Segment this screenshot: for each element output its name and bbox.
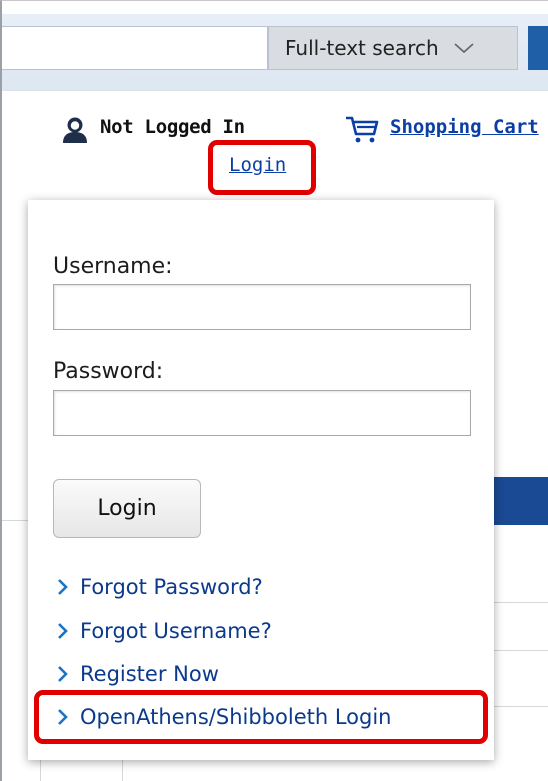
shopping-cart-icon[interactable] <box>344 114 380 144</box>
register-now-link[interactable]: Register Now <box>56 662 219 686</box>
openathens-link-highlight <box>34 690 488 744</box>
divider <box>122 760 123 781</box>
search-type-dropdown[interactable]: Full-text search <box>268 26 518 70</box>
login-dropdown: Username: Password: Login Forgot Passwor… <box>28 200 494 760</box>
divider <box>40 760 41 781</box>
shopping-cart-link[interactable]: Shopping Cart <box>390 116 539 138</box>
divider <box>2 90 548 91</box>
username-label: Username: <box>53 254 173 279</box>
username-field[interactable] <box>53 284 471 330</box>
chevron-right-icon <box>58 623 68 639</box>
forgot-password-link[interactable]: Forgot Password? <box>56 575 263 599</box>
login-link-highlight <box>208 140 316 195</box>
link-label: Forgot Username? <box>80 619 272 643</box>
chevron-right-icon <box>58 579 68 595</box>
page-banner <box>490 477 548 525</box>
search-input[interactable] <box>2 26 268 70</box>
user-icon <box>63 117 87 143</box>
login-button[interactable]: Login <box>53 479 201 538</box>
divider <box>494 650 548 651</box>
password-label: Password: <box>53 359 164 384</box>
chevron-down-icon <box>454 43 474 54</box>
divider <box>2 520 28 521</box>
login-status: Not Logged In <box>100 116 245 138</box>
link-label: Register Now <box>80 662 219 686</box>
search-button[interactable] <box>528 26 548 70</box>
password-field[interactable] <box>53 390 471 436</box>
search-type-label: Full-text search <box>285 36 439 60</box>
divider <box>494 602 548 603</box>
divider <box>494 706 548 707</box>
chevron-right-icon <box>58 666 68 682</box>
link-label: Forgot Password? <box>80 575 263 599</box>
forgot-username-link[interactable]: Forgot Username? <box>56 619 272 643</box>
